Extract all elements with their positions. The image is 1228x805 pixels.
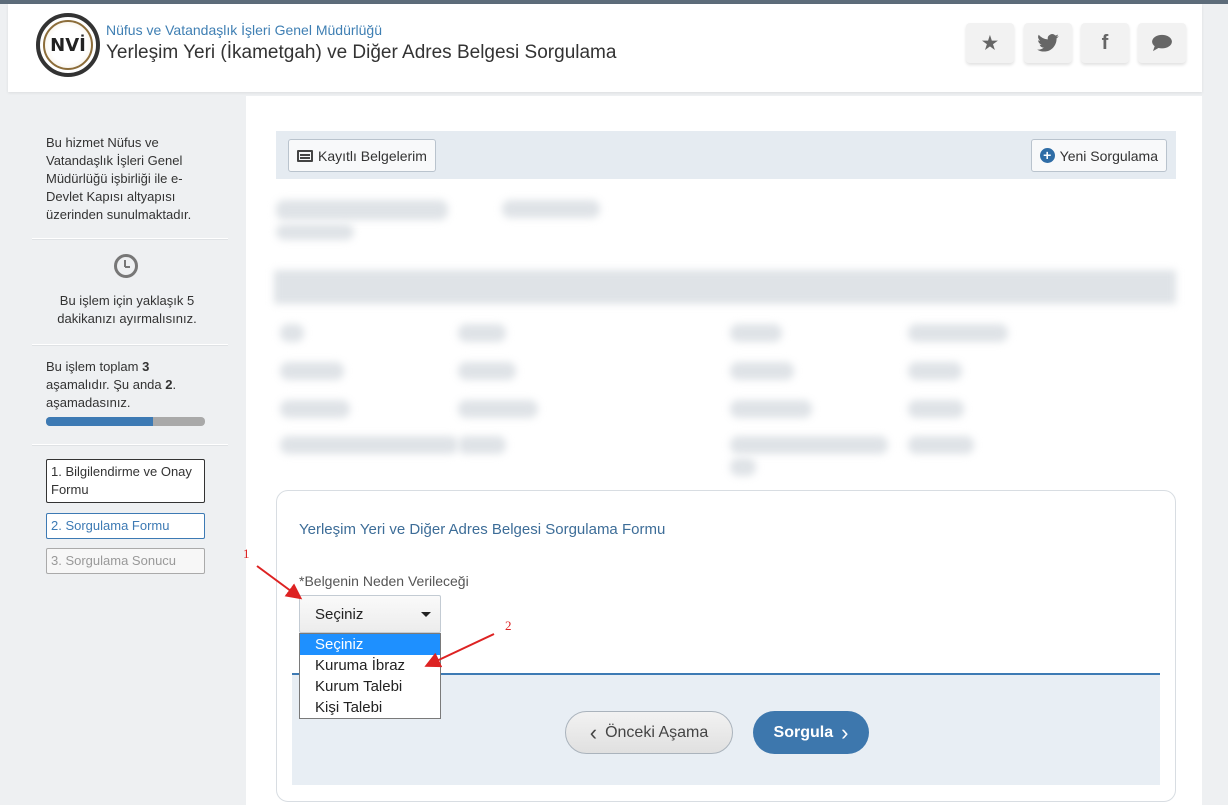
redacted-text: [730, 458, 756, 476]
redacted-text: [908, 436, 974, 454]
option-personal-request[interactable]: Kişi Talebi: [300, 697, 440, 718]
sidebar-divider: [32, 238, 228, 239]
redacted-text: [458, 362, 516, 380]
reason-select-value: Seçiniz: [315, 605, 364, 623]
submit-query-label: Sorgula: [773, 723, 834, 741]
feedback-button[interactable]: [1138, 23, 1186, 63]
redacted-text: [280, 362, 344, 380]
previous-step-label: Önceki Aşama: [605, 723, 709, 741]
duration-info-text: Bu işlem için yaklaşık 5 dakikanızı ayır…: [57, 293, 197, 326]
redacted-text: [276, 200, 448, 220]
redacted-text: [730, 436, 888, 454]
stage-info-text: Bu işlem toplam 3 aşamalıdır. Şu anda 2.…: [46, 359, 177, 410]
redacted-text: [908, 362, 962, 380]
step-3: 3. Sorgulama Sonucu: [46, 548, 205, 574]
favorite-button[interactable]: ★: [966, 23, 1014, 63]
nvi-logo[interactable]: NVİ: [36, 13, 100, 77]
chevron-left-icon: ‹: [589, 719, 598, 745]
twitter-share-button[interactable]: [1024, 23, 1072, 63]
chevron-right-icon: ›: [841, 719, 849, 745]
step-1: 1. Bilgilendirme ve Onay Formu: [46, 459, 205, 503]
plus-circle-icon: +: [1039, 148, 1055, 163]
progress-bar: [46, 417, 205, 426]
caret-down-icon: [421, 612, 431, 617]
new-query-label: Yeni Sorgulama: [1059, 147, 1158, 164]
redacted-text: [502, 200, 600, 218]
submit-query-button[interactable]: Sorgula ›: [753, 711, 869, 754]
saved-documents-button[interactable]: Kayıtlı Belgelerim: [288, 139, 436, 172]
annotation-marker-1: 1: [243, 546, 250, 561]
redacted-text: [276, 224, 354, 240]
annotation-marker-2: 2: [505, 618, 512, 633]
redacted-text: [908, 400, 964, 418]
redacted-text: [280, 324, 304, 342]
sidebar: Bu hizmet Nüfus ve Vatandaşlık İşleri Ge…: [8, 96, 246, 805]
sidebar-divider: [32, 344, 228, 345]
logo-text: NVİ: [43, 20, 93, 70]
list-icon: [297, 149, 313, 162]
facebook-icon: f: [1101, 31, 1109, 54]
redacted-text: [458, 324, 506, 342]
option-select[interactable]: Seçiniz: [300, 634, 440, 655]
redacted-text: [730, 362, 794, 380]
reason-field-label: *Belgenin Neden Verileceği: [299, 573, 469, 589]
form-title: Yerleşim Yeri ve Diğer Adres Belgesi Sor…: [299, 521, 666, 538]
redacted-text: [280, 436, 458, 454]
sidebar-divider: [32, 444, 228, 445]
reason-options-list: Seçiniz Kuruma İbraz Kurum Talebi Kişi T…: [299, 633, 441, 719]
star-icon: ★: [981, 32, 999, 53]
chat-icon: [1152, 34, 1172, 52]
redacted-section-header: [274, 270, 1176, 304]
option-institution-request[interactable]: Kurum Talebi: [300, 676, 440, 697]
facebook-share-button[interactable]: f: [1081, 23, 1129, 63]
redacted-text: [908, 324, 1008, 342]
toolbar: Kayıtlı Belgelerim + Yeni Sorgulama: [276, 131, 1176, 179]
clock-icon: [114, 254, 138, 278]
organization-name[interactable]: Nüfus ve Vatandaşlık İşleri Genel Müdürl…: [106, 22, 382, 38]
redacted-text: [730, 324, 782, 342]
page-title: Yerleşim Yeri (İkametgah) ve Diğer Adres…: [106, 42, 617, 63]
step-2: 2. Sorgulama Formu: [46, 513, 205, 539]
redacted-text: [730, 400, 812, 418]
page-header: NVİ Nüfus ve Vatandaşlık İşleri Genel Mü…: [8, 4, 1202, 92]
redacted-text: [458, 400, 538, 418]
service-info-text: Bu hizmet Nüfus ve Vatandaşlık İşleri Ge…: [46, 135, 192, 222]
option-submit-to-institution[interactable]: Kuruma İbraz: [300, 655, 440, 676]
twitter-icon: [1037, 34, 1059, 52]
redacted-text: [280, 400, 350, 418]
saved-documents-label: Kayıtlı Belgelerim: [318, 147, 427, 164]
redacted-text: [458, 436, 506, 454]
reason-select[interactable]: Seçiniz: [299, 595, 441, 633]
new-query-button[interactable]: + Yeni Sorgulama: [1030, 139, 1167, 172]
progress-fill: [46, 417, 153, 426]
previous-step-button[interactable]: ‹ Önceki Aşama: [565, 711, 733, 754]
